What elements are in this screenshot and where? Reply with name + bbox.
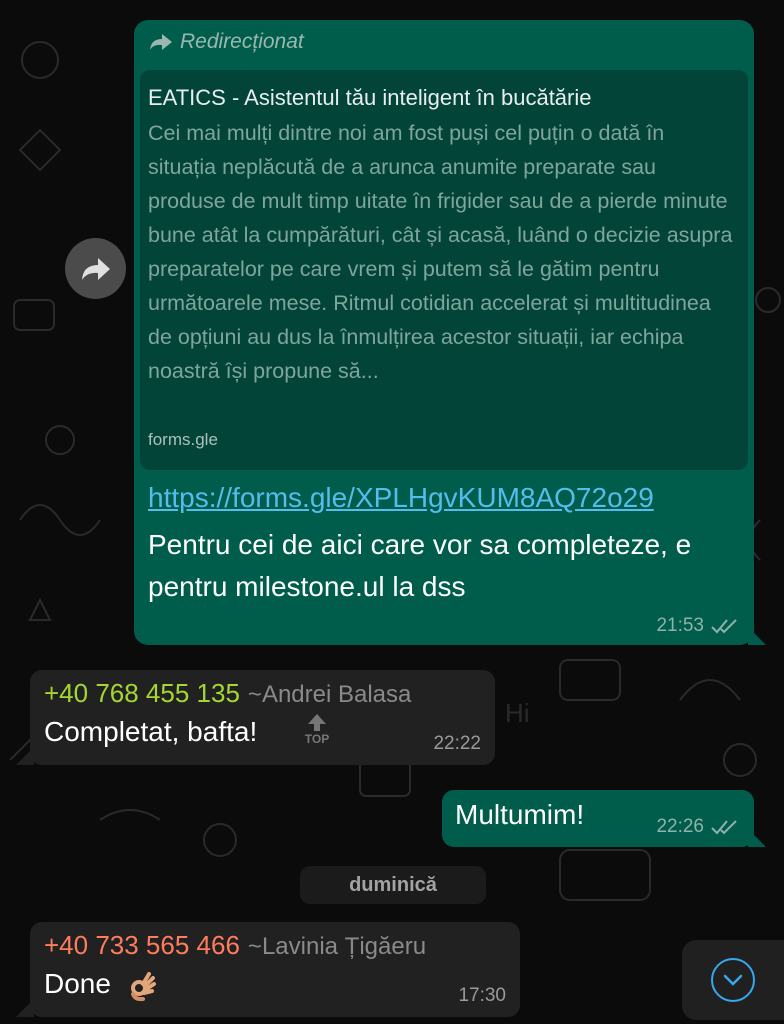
sender-alias: ~Andrei Balasa <box>247 681 412 708</box>
forward-arrow-icon <box>81 257 110 280</box>
message-time: 22:26 <box>656 816 704 837</box>
preview-description: Cei mai mulți dintre noi am fost puși ce… <box>148 121 733 383</box>
forwarded-label: Redirecționat <box>148 30 304 54</box>
message-meta: 21:53 <box>656 615 740 637</box>
double-check-icon <box>711 619 737 634</box>
arrow-up-icon <box>308 714 326 731</box>
incoming-message-bubble[interactable]: +40 768 455 135 ~Andrei Balasa Completat,… <box>16 670 495 765</box>
message-text: Completat, bafta! <box>44 716 258 747</box>
sender-line: +40 768 455 135 ~Andrei Balasa <box>44 678 411 709</box>
sender-line: +40 733 565 466 ~Lavinia Țigăeru <box>44 930 426 961</box>
preview-domain: forms.gle <box>148 430 218 449</box>
forwarded-arrow-icon <box>150 34 172 50</box>
chevron-down-icon <box>711 958 755 1002</box>
link-preview-card[interactable]: EATICS - Asistentul tău inteligent în bu… <box>140 70 748 470</box>
sender-phone[interactable]: +40 733 565 466 <box>44 930 240 960</box>
scroll-to-bottom-button[interactable] <box>682 940 784 1020</box>
ok-hand-emoji-icon <box>130 971 156 1001</box>
forwarded-label-text: Redirecționat <box>180 30 304 53</box>
message-text: Pentru cei de aici care vor sa completez… <box>148 529 692 602</box>
message-time: 21:53 <box>656 615 704 636</box>
message-time: 22:22 <box>433 733 481 754</box>
sender-alias: ~Lavinia Țigăeru <box>247 933 427 960</box>
forwarded-message-bubble[interactable]: Redirecționat EATICS - Asistentul tău in… <box>134 20 766 645</box>
double-check-icon <box>711 820 737 835</box>
message-text: Multumim! <box>455 799 585 830</box>
date-separator: duminică <box>300 866 486 904</box>
message-text-line: Done <box>44 968 157 1002</box>
message-link[interactable]: https://forms.gle/XPLHgvKUM8AQ72o29 <box>148 482 654 514</box>
incoming-message-bubble[interactable]: +40 733 565 466 ~Lavinia Țigăeru Done 17:… <box>16 922 520 1017</box>
preview-title: EATICS - Asistentul tău inteligent în bu… <box>148 85 592 110</box>
svg-text:Hi: Hi <box>505 698 530 728</box>
sender-phone[interactable]: +40 768 455 135 <box>44 678 240 708</box>
outgoing-message-bubble[interactable]: Multumim! 22:26 <box>442 790 766 847</box>
top-hint-label: TOP <box>304 732 330 746</box>
forward-button[interactable] <box>65 238 126 299</box>
message-meta: 22:26 <box>656 816 740 838</box>
scroll-top-hint: TOP <box>300 712 334 750</box>
message-time: 17:30 <box>458 985 506 1006</box>
message-text: Done <box>44 968 111 999</box>
